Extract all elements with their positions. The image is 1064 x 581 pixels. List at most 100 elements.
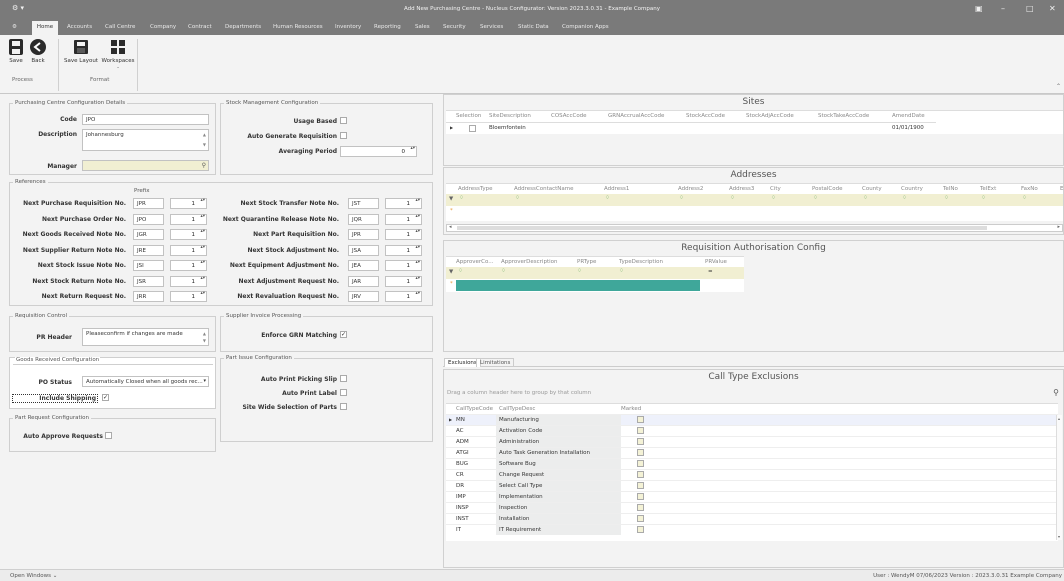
ref-prefix-field[interactable]: JPO [133, 213, 164, 225]
menu-item[interactable]: Static Data [518, 24, 549, 30]
ref-number-spinner[interactable]: 1 [170, 244, 207, 256]
addresses-col-header[interactable]: Address2 [678, 186, 703, 192]
sites-col-header[interactable]: GRNAccrualAccCode [608, 113, 664, 119]
ref-prefix-field[interactable]: JQR [348, 213, 379, 225]
filter-operator-icon[interactable]: ♢ [902, 195, 907, 201]
table-row[interactable]: ▶ MN Manufacturing [446, 414, 1058, 425]
marked-checkbox[interactable] [637, 449, 644, 456]
search-icon[interactable]: ⚲ [1053, 388, 1059, 397]
menu-item[interactable]: Companion Apps [562, 24, 609, 30]
ref-prefix-field[interactable]: JPR [348, 229, 379, 240]
call-type-code-cell[interactable]: INST [456, 516, 469, 522]
call-type-code-cell[interactable]: CR [456, 472, 464, 478]
call-type-code-cell[interactable]: INSP [456, 505, 469, 511]
usage-based-checkbox[interactable] [340, 117, 347, 124]
new-row-icon[interactable]: * [450, 208, 453, 214]
cte-col-header[interactable]: Marked [621, 406, 641, 412]
ref-number-spinner[interactable]: 1 [170, 291, 207, 302]
rac-col-header[interactable]: ApproverCo... [456, 259, 494, 265]
call-type-desc-cell[interactable]: Inspection [496, 503, 621, 513]
ref-number-spinner[interactable]: 1 [385, 260, 422, 271]
menu-item[interactable]: Services [480, 24, 503, 30]
menu-item[interactable]: Call Centre [105, 24, 135, 30]
sites-col-header[interactable]: StockAccCode [686, 113, 725, 119]
scrollbar-thumb[interactable] [457, 226, 987, 230]
ref-number-spinner[interactable]: 1 [170, 229, 207, 240]
addresses-col-header[interactable]: FaxNo [1021, 186, 1038, 192]
chevron-down-icon[interactable]: ▾ [203, 378, 206, 384]
call-type-code-cell[interactable]: AC [456, 428, 464, 434]
workspaces-button[interactable]: Workspaces ⌄ [101, 39, 135, 69]
auto-print-slip-checkbox[interactable] [340, 375, 347, 382]
filter-operator-icon[interactable]: ♢ [730, 195, 735, 201]
addresses-col-header[interactable]: TelExt [980, 186, 996, 192]
horizontal-scrollbar[interactable]: ◂ ▸ [446, 224, 1063, 232]
scroll-up-icon[interactable]: ▴ [1058, 416, 1060, 421]
ref-number-spinner[interactable]: 1 [385, 213, 422, 225]
call-type-desc-cell[interactable]: Software Bug [496, 459, 621, 469]
call-type-code-cell[interactable]: ATGI [456, 450, 469, 456]
cte-col-header[interactable]: CallTypeDesc [499, 406, 535, 412]
call-type-desc-cell[interactable]: Administration [496, 437, 621, 447]
search-icon[interactable]: ⚲ [202, 162, 206, 169]
filter-operator-icon[interactable]: ♢ [619, 268, 624, 274]
ref-number-spinner[interactable]: 1 [170, 275, 207, 287]
filter-operator-icon[interactable]: ♢ [1022, 195, 1027, 201]
ref-prefix-field[interactable]: JST [348, 198, 379, 209]
include-shipping-checkbox[interactable]: ✓ [102, 394, 109, 401]
filter-operator-icon[interactable]: ♢ [813, 195, 818, 201]
close-icon[interactable]: ✕ [1049, 4, 1056, 13]
scroll-down-icon[interactable]: ▼ [203, 142, 206, 147]
menu-item[interactable]: Human Resources [273, 24, 323, 30]
call-type-desc-cell[interactable]: Activation Code [496, 426, 621, 436]
filter-operator-icon[interactable]: ♢ [771, 195, 776, 201]
ref-prefix-field[interactable]: JAR [348, 275, 379, 287]
addresses-col-header[interactable]: Country [901, 186, 923, 192]
site-amend-date-cell[interactable]: 01/01/1900 [892, 125, 924, 131]
scroll-down-icon[interactable]: ▼ [203, 338, 206, 343]
group-panel[interactable]: Drag a column header here to group by th… [446, 386, 1063, 400]
sites-col-header[interactable]: COSAccCode [551, 113, 587, 119]
ref-prefix-field[interactable]: JSI [133, 260, 164, 271]
marked-checkbox[interactable] [637, 493, 644, 500]
call-type-code-cell[interactable]: DR [456, 483, 464, 489]
table-row[interactable]: INST Installation [446, 513, 1058, 524]
scroll-up-icon[interactable]: ▲ [203, 132, 206, 137]
ref-prefix-field[interactable]: JSA [348, 244, 379, 256]
filter-operator-icon[interactable]: ♢ [577, 268, 582, 274]
marked-checkbox[interactable] [637, 460, 644, 467]
addresses-col-header[interactable]: Address3 [729, 186, 754, 192]
pr-header-field[interactable]: Pleaseconfirm if changes are made ▲ ▼ [82, 328, 209, 346]
filter-row[interactable]: ▼ ♢ ♢ ♢ ♢ = [446, 267, 744, 279]
ref-number-spinner[interactable]: 1 [385, 244, 422, 256]
scroll-left-icon[interactable]: ◂ [449, 224, 452, 230]
menu-item[interactable]: Contract [188, 24, 212, 30]
menu-item[interactable]: Reporting [374, 24, 401, 30]
filter-operator-icon[interactable]: ♢ [605, 195, 610, 201]
table-row[interactable]: IMP Implementation [446, 491, 1058, 502]
call-type-desc-cell[interactable]: Implementation [496, 492, 621, 502]
ref-number-spinner[interactable]: 1 [385, 275, 422, 287]
addresses-col-header[interactable]: E [1060, 186, 1063, 192]
ref-prefix-field[interactable]: JRV [348, 291, 379, 302]
filter-operator-icon[interactable]: ♢ [458, 268, 463, 274]
new-row-selected[interactable] [456, 280, 700, 291]
call-type-desc-cell[interactable]: Manufacturing [496, 415, 621, 425]
vertical-scrollbar[interactable]: ▴ ▾ [1056, 415, 1062, 540]
minimize-icon[interactable]: – [1001, 4, 1005, 13]
rac-col-header[interactable]: PRType [577, 259, 596, 265]
auto-print-label-checkbox[interactable] [340, 389, 347, 396]
filter-operator-icon[interactable]: ♢ [863, 195, 868, 201]
call-type-desc-cell[interactable]: Auto Task Generation Installation [496, 448, 621, 458]
po-status-dropdown[interactable]: Automatically Closed when all goods rec.… [82, 376, 209, 387]
ref-prefix-field[interactable]: JEA [348, 260, 379, 271]
menu-item[interactable]: Inventory [335, 24, 361, 30]
ref-prefix-field[interactable]: JRE [133, 244, 164, 256]
ref-number-spinner[interactable]: 1 [385, 198, 422, 209]
ref-number-spinner[interactable]: 1 [170, 198, 207, 209]
call-type-code-cell[interactable]: IMP [456, 494, 466, 500]
addresses-col-header[interactable]: City [770, 186, 781, 192]
sites-col-header[interactable]: StockTakeAccCode [818, 113, 869, 119]
marked-checkbox[interactable] [637, 416, 644, 423]
ref-number-spinner[interactable]: 1 [385, 291, 422, 302]
